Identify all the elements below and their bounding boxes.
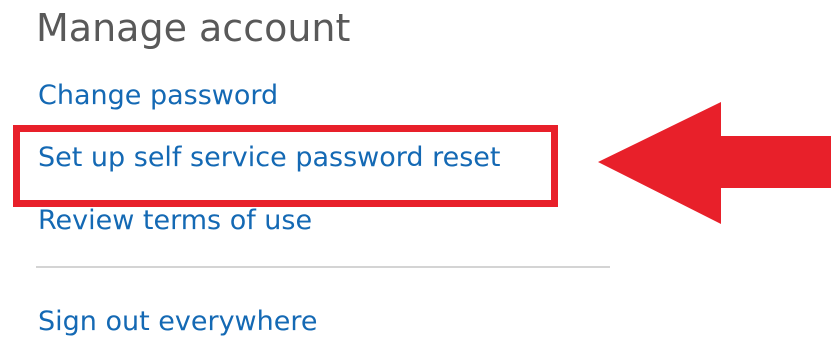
review-terms-of-use-link[interactable]: Review terms of use <box>38 203 312 239</box>
sign-out-everywhere-link[interactable]: Sign out everywhere <box>38 304 317 340</box>
highlight-box-annotation <box>13 125 558 207</box>
section-divider <box>36 266 610 268</box>
red-arrow-icon <box>598 102 831 224</box>
change-password-link[interactable]: Change password <box>38 78 278 114</box>
arrow-shape <box>598 102 831 224</box>
section-heading: Manage account <box>36 6 351 50</box>
